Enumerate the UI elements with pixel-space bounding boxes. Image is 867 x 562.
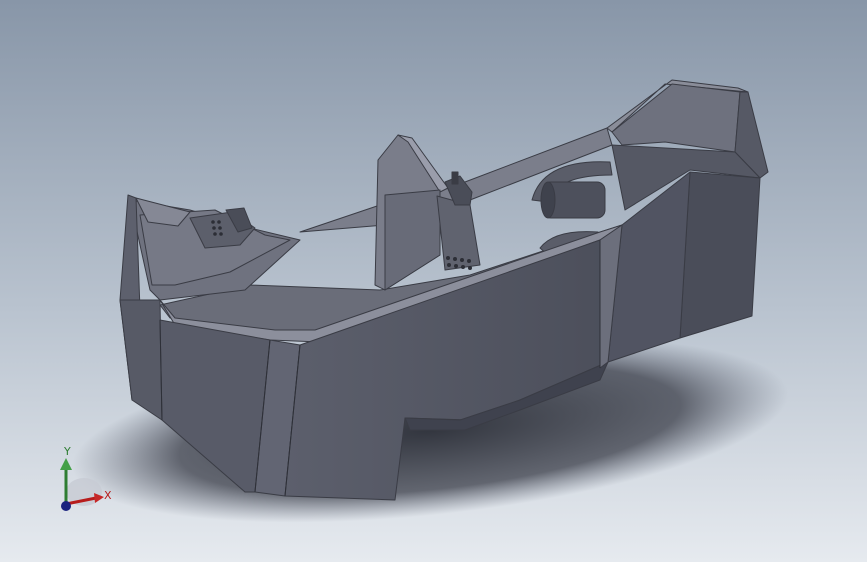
rear-outer-face [679,171,761,339]
rear-side-wall [607,171,691,363]
steering-knob [451,171,459,185]
y-axis-label: Y [64,445,71,458]
graphics-viewport[interactable]: Y X [0,0,867,562]
rear-inner-wall [611,83,741,153]
y-axis-arrowhead [60,458,72,470]
3d-model-view[interactable] [0,0,867,562]
orientation-triad[interactable]: Y X [44,440,124,520]
engine-cylinder-cap [540,181,556,219]
seat-side [384,189,441,291]
triad-graphic [60,458,104,511]
front-face [119,299,163,421]
z-axis-dot [61,501,71,511]
x-axis-label: X [104,489,112,502]
control-panel [436,195,481,271]
